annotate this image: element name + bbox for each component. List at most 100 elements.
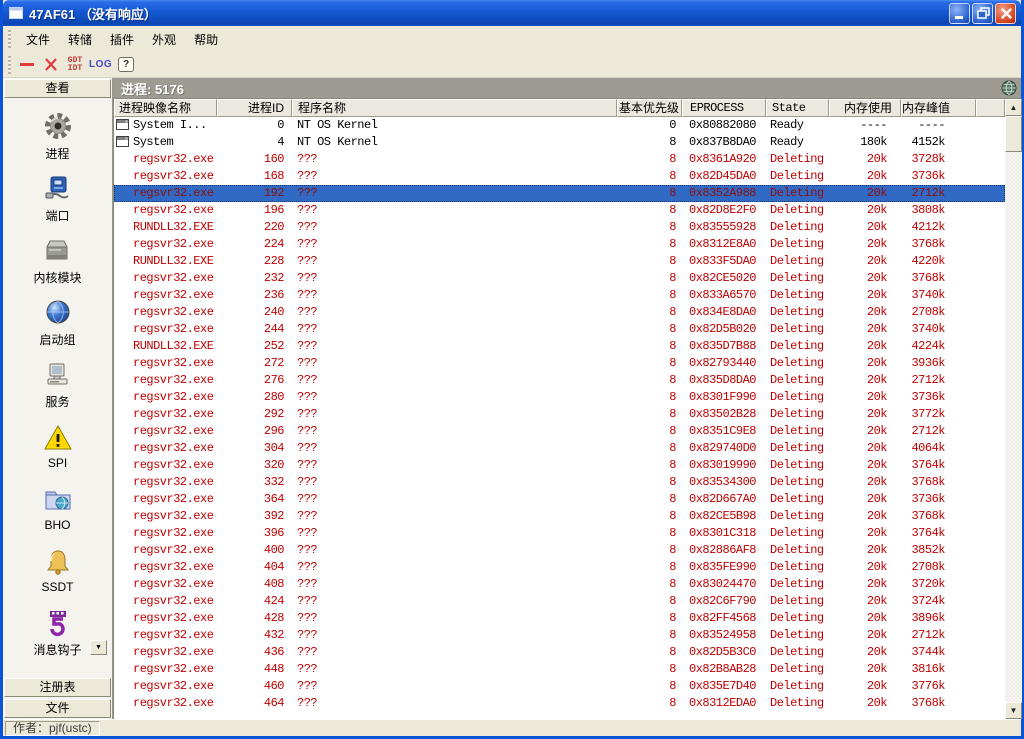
table-row[interactable]: regsvr32.exe 404??? 8 0x835FE990 Deleting 20k… [114, 559, 1005, 576]
cell-3: 8 [669, 543, 676, 557]
table-row[interactable]: System 4 NT OS Kernel 8 0x837B8DA0 Ready 180k 4… [114, 134, 1005, 151]
column-header-6[interactable]: 内存使用 [829, 99, 901, 117]
sidebar-more-dropdown-button[interactable]: ▼ [90, 640, 107, 655]
delete-button[interactable] [41, 54, 61, 76]
sidebar-item-port[interactable]: 端口 [3, 167, 112, 229]
table-row[interactable]: regsvr32.exe 236??? 8 0x833A6570 Deleting 20k… [114, 287, 1005, 304]
column-header-0[interactable]: 进程映像名称 [114, 99, 217, 117]
cell-3: 8 [669, 526, 676, 540]
sidebar-item-services[interactable]: 服务 [3, 353, 112, 415]
column-header-7[interactable]: 内存峰值 [901, 99, 976, 117]
table-row[interactable]: regsvr32.exe 436??? 8 0x82D5B3C0 Deleting 20k… [114, 644, 1005, 661]
table-row[interactable]: regsvr32.exe 396??? 8 0x8301C318 Deleting 20k… [114, 525, 1005, 542]
vertical-scrollbar[interactable]: ▲ ▼ [1005, 99, 1022, 719]
scrollbar-track[interactable] [1005, 116, 1022, 702]
app-window: 47AF61 （没有响应） 文件 转储 插件 外观 帮助 GDT IDT LOG ? [0, 0, 1024, 739]
cell-4: 0x82D5B020 [689, 322, 757, 336]
table-row[interactable]: regsvr32.exe 244??? 8 0x82D5B020 Deleting 20k… [114, 321, 1005, 338]
table-row[interactable]: RUNDLL32.EXE 252??? 8 0x835D7B88 Deleting 20k… [114, 338, 1005, 355]
restore-button[interactable] [972, 2, 993, 24]
sidebar-item-spi[interactable]: SPI [3, 415, 112, 477]
cell-filler [976, 576, 1005, 593]
cell-1: 460 [263, 679, 285, 693]
table-row[interactable]: regsvr32.exe 392??? 8 0x82CE5B98 Deleting 20k… [114, 508, 1005, 525]
menubar-grip[interactable] [8, 30, 11, 48]
table-row[interactable]: regsvr32.exe 424??? 8 0x82C6F790 Deleting 20k… [114, 593, 1005, 610]
table-row[interactable]: regsvr32.exe 272??? 8 0x82793440 Deleting 20k… [114, 355, 1005, 372]
table-row[interactable]: regsvr32.exe 296??? 8 0x8351C9E8 Deleting 20k… [114, 423, 1005, 440]
close-button[interactable] [995, 2, 1016, 24]
titlebar[interactable]: 47AF61 （没有响应） [3, 0, 1021, 26]
table-row[interactable]: RUNDLL32.EXE 220??? 8 0x83555928 Deleting 20k… [114, 219, 1005, 236]
table-row[interactable]: System I... 0 NT OS Kernel 0 0x80882080 Ready… [114, 117, 1005, 134]
sidebar-item-startup-group[interactable]: 启动组 [3, 291, 112, 353]
column-header-1[interactable]: 进程ID [217, 99, 292, 117]
table-row-selected[interactable]: regsvr32.exe 192??? 8 0x8352A988 Deleting 20k… [114, 185, 1005, 202]
scrollbar-thumb[interactable] [1005, 116, 1022, 152]
column-header-5[interactable]: State [766, 99, 829, 117]
help-button[interactable]: ? [116, 54, 136, 76]
cell-7: ---- [918, 118, 945, 132]
cell-1: 4 [277, 135, 284, 149]
cell-3: 8 [669, 356, 676, 370]
cell-7: 2708k [911, 305, 945, 319]
cell-4: 0x82B8AB28 [689, 662, 757, 676]
log-label: LOG [89, 59, 113, 70]
gdt-idt-button[interactable]: GDT IDT [65, 54, 85, 76]
log-button[interactable]: LOG [89, 54, 112, 76]
kill-process-button[interactable] [17, 54, 37, 76]
menu-item-appearance[interactable]: 外观 [143, 30, 185, 50]
table-row[interactable]: regsvr32.exe 432??? 8 0x83524958 Deleting 20k… [114, 627, 1005, 644]
bell-icon [42, 546, 74, 578]
column-header-4[interactable]: EPROCESS [682, 99, 766, 117]
sidebar-item-ssdt[interactable]: SSDT [3, 539, 112, 601]
menu-item-plugins[interactable]: 插件 [101, 30, 143, 50]
table-row[interactable]: regsvr32.exe 400??? 8 0x82886AF8 Deleting 20k… [114, 542, 1005, 559]
table-row[interactable]: RUNDLL32.EXE 228??? 8 0x833F5DA0 Deleting 20k… [114, 253, 1005, 270]
sidebar-item-message-hook[interactable]: 消息钩子 ▼ [3, 601, 112, 663]
table-row[interactable]: regsvr32.exe 196??? 8 0x82D8E2F0 Deleting 20k… [114, 202, 1005, 219]
cell-3: 8 [669, 169, 676, 183]
cell-0: regsvr32.exe [133, 679, 214, 693]
cell-5: Deleting [770, 526, 824, 540]
minimize-button[interactable] [949, 2, 970, 24]
table-row[interactable]: regsvr32.exe 292??? 8 0x83502B28 Deleting 20k… [114, 406, 1005, 423]
sidebar-item-bho[interactable]: BHO [3, 477, 112, 539]
table-row[interactable]: regsvr32.exe 168??? 8 0x82D45DA0 Deleting 20k… [114, 168, 1005, 185]
cell-3: 8 [669, 696, 676, 710]
cell-7: 3936k [911, 356, 945, 370]
table-row[interactable]: regsvr32.exe 276??? 8 0x835D8DA0 Deleting 20k… [114, 372, 1005, 389]
cell-2: ??? [297, 152, 318, 166]
cell-filler [976, 423, 1005, 440]
table-row[interactable]: regsvr32.exe 304??? 8 0x829740D0 Deleting 20k… [114, 440, 1005, 457]
table-row[interactable]: regsvr32.exe 332??? 8 0x83534300 Deleting 20k… [114, 474, 1005, 491]
table-row[interactable]: regsvr32.exe 464??? 8 0x8312EDA0 Deleting 20k… [114, 695, 1005, 712]
table-row[interactable]: regsvr32.exe 364??? 8 0x82D667A0 Deleting 20k… [114, 491, 1005, 508]
menu-item-file[interactable]: 文件 [17, 30, 59, 50]
cell-4: 0x833A6570 [689, 288, 757, 302]
table-row[interactable]: regsvr32.exe 160??? 8 0x8361A920 Deleting 20k… [114, 151, 1005, 168]
toolbar-grip[interactable] [8, 55, 11, 74]
table-row[interactable]: regsvr32.exe 224??? 8 0x8312E8A0 Deleting 20k… [114, 236, 1005, 253]
table-row[interactable]: regsvr32.exe 428??? 8 0x82FF4568 Deleting 20k… [114, 610, 1005, 627]
table-row[interactable]: regsvr32.exe 320??? 8 0x83019990 Deleting 20k… [114, 457, 1005, 474]
cell-2: ??? [297, 203, 318, 217]
table-row[interactable]: regsvr32.exe 240??? 8 0x834E8DA0 Deleting 20k… [114, 304, 1005, 321]
sidebar-button-registry[interactable]: 注册表 [4, 678, 111, 697]
table-row[interactable]: regsvr32.exe 408??? 8 0x83024470 Deleting 20k… [114, 576, 1005, 593]
sidebar-item-kernel-module[interactable]: 内核模块 [3, 229, 112, 291]
menu-item-help[interactable]: 帮助 [185, 30, 227, 50]
column-header-3[interactable]: 基本优先级 [617, 99, 682, 117]
scroll-up-button[interactable]: ▲ [1005, 99, 1022, 116]
table-row[interactable]: regsvr32.exe 448??? 8 0x82B8AB28 Deleting 20k… [114, 661, 1005, 678]
sidebar-item-process[interactable]: 进程 [3, 105, 112, 167]
scroll-down-button[interactable]: ▼ [1005, 702, 1022, 719]
menu-item-dump[interactable]: 转储 [59, 30, 101, 50]
sidebar-header-view[interactable]: 查看 [4, 79, 111, 98]
sidebar-button-file[interactable]: 文件 [4, 699, 111, 718]
column-header-2[interactable]: 程序名称 [292, 99, 617, 117]
cell-0: regsvr32.exe [133, 441, 214, 455]
table-row[interactable]: regsvr32.exe 280??? 8 0x8301F990 Deleting 20k… [114, 389, 1005, 406]
table-row[interactable]: regsvr32.exe 232??? 8 0x82CE5020 Deleting 20k… [114, 270, 1005, 287]
table-row[interactable]: regsvr32.exe 460??? 8 0x835E7D40 Deleting 20k… [114, 678, 1005, 695]
